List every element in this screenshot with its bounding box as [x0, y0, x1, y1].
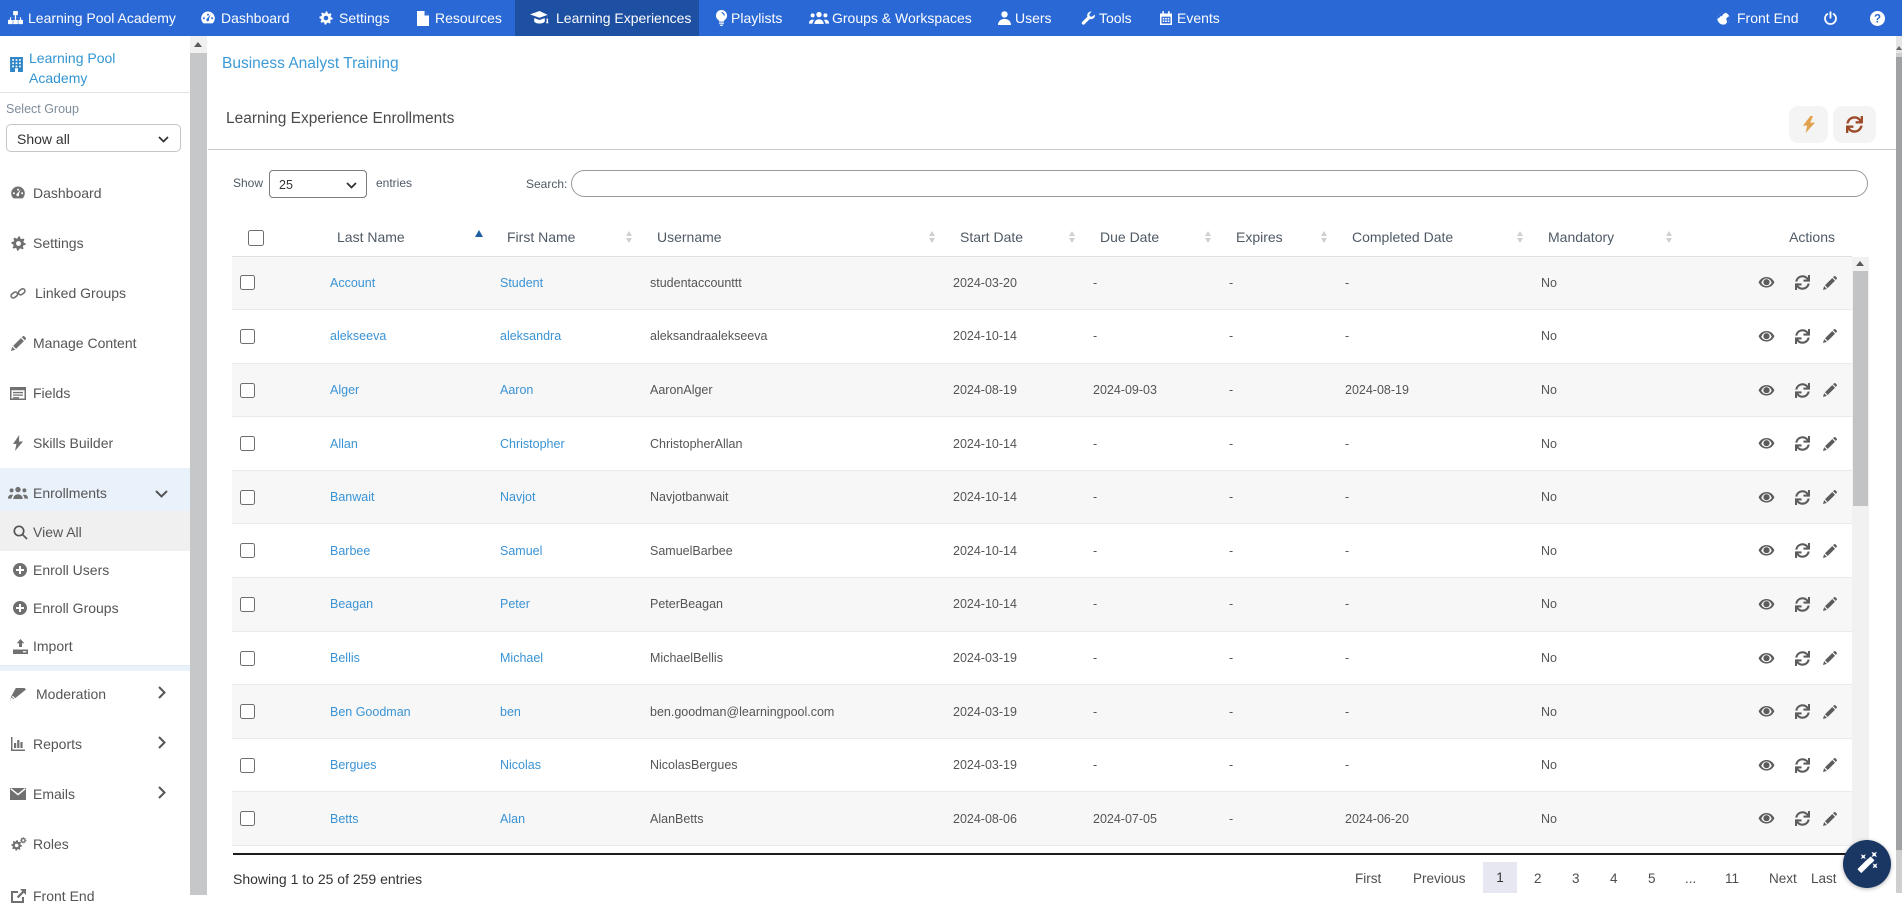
svg-text:?: ? — [1874, 13, 1881, 25]
